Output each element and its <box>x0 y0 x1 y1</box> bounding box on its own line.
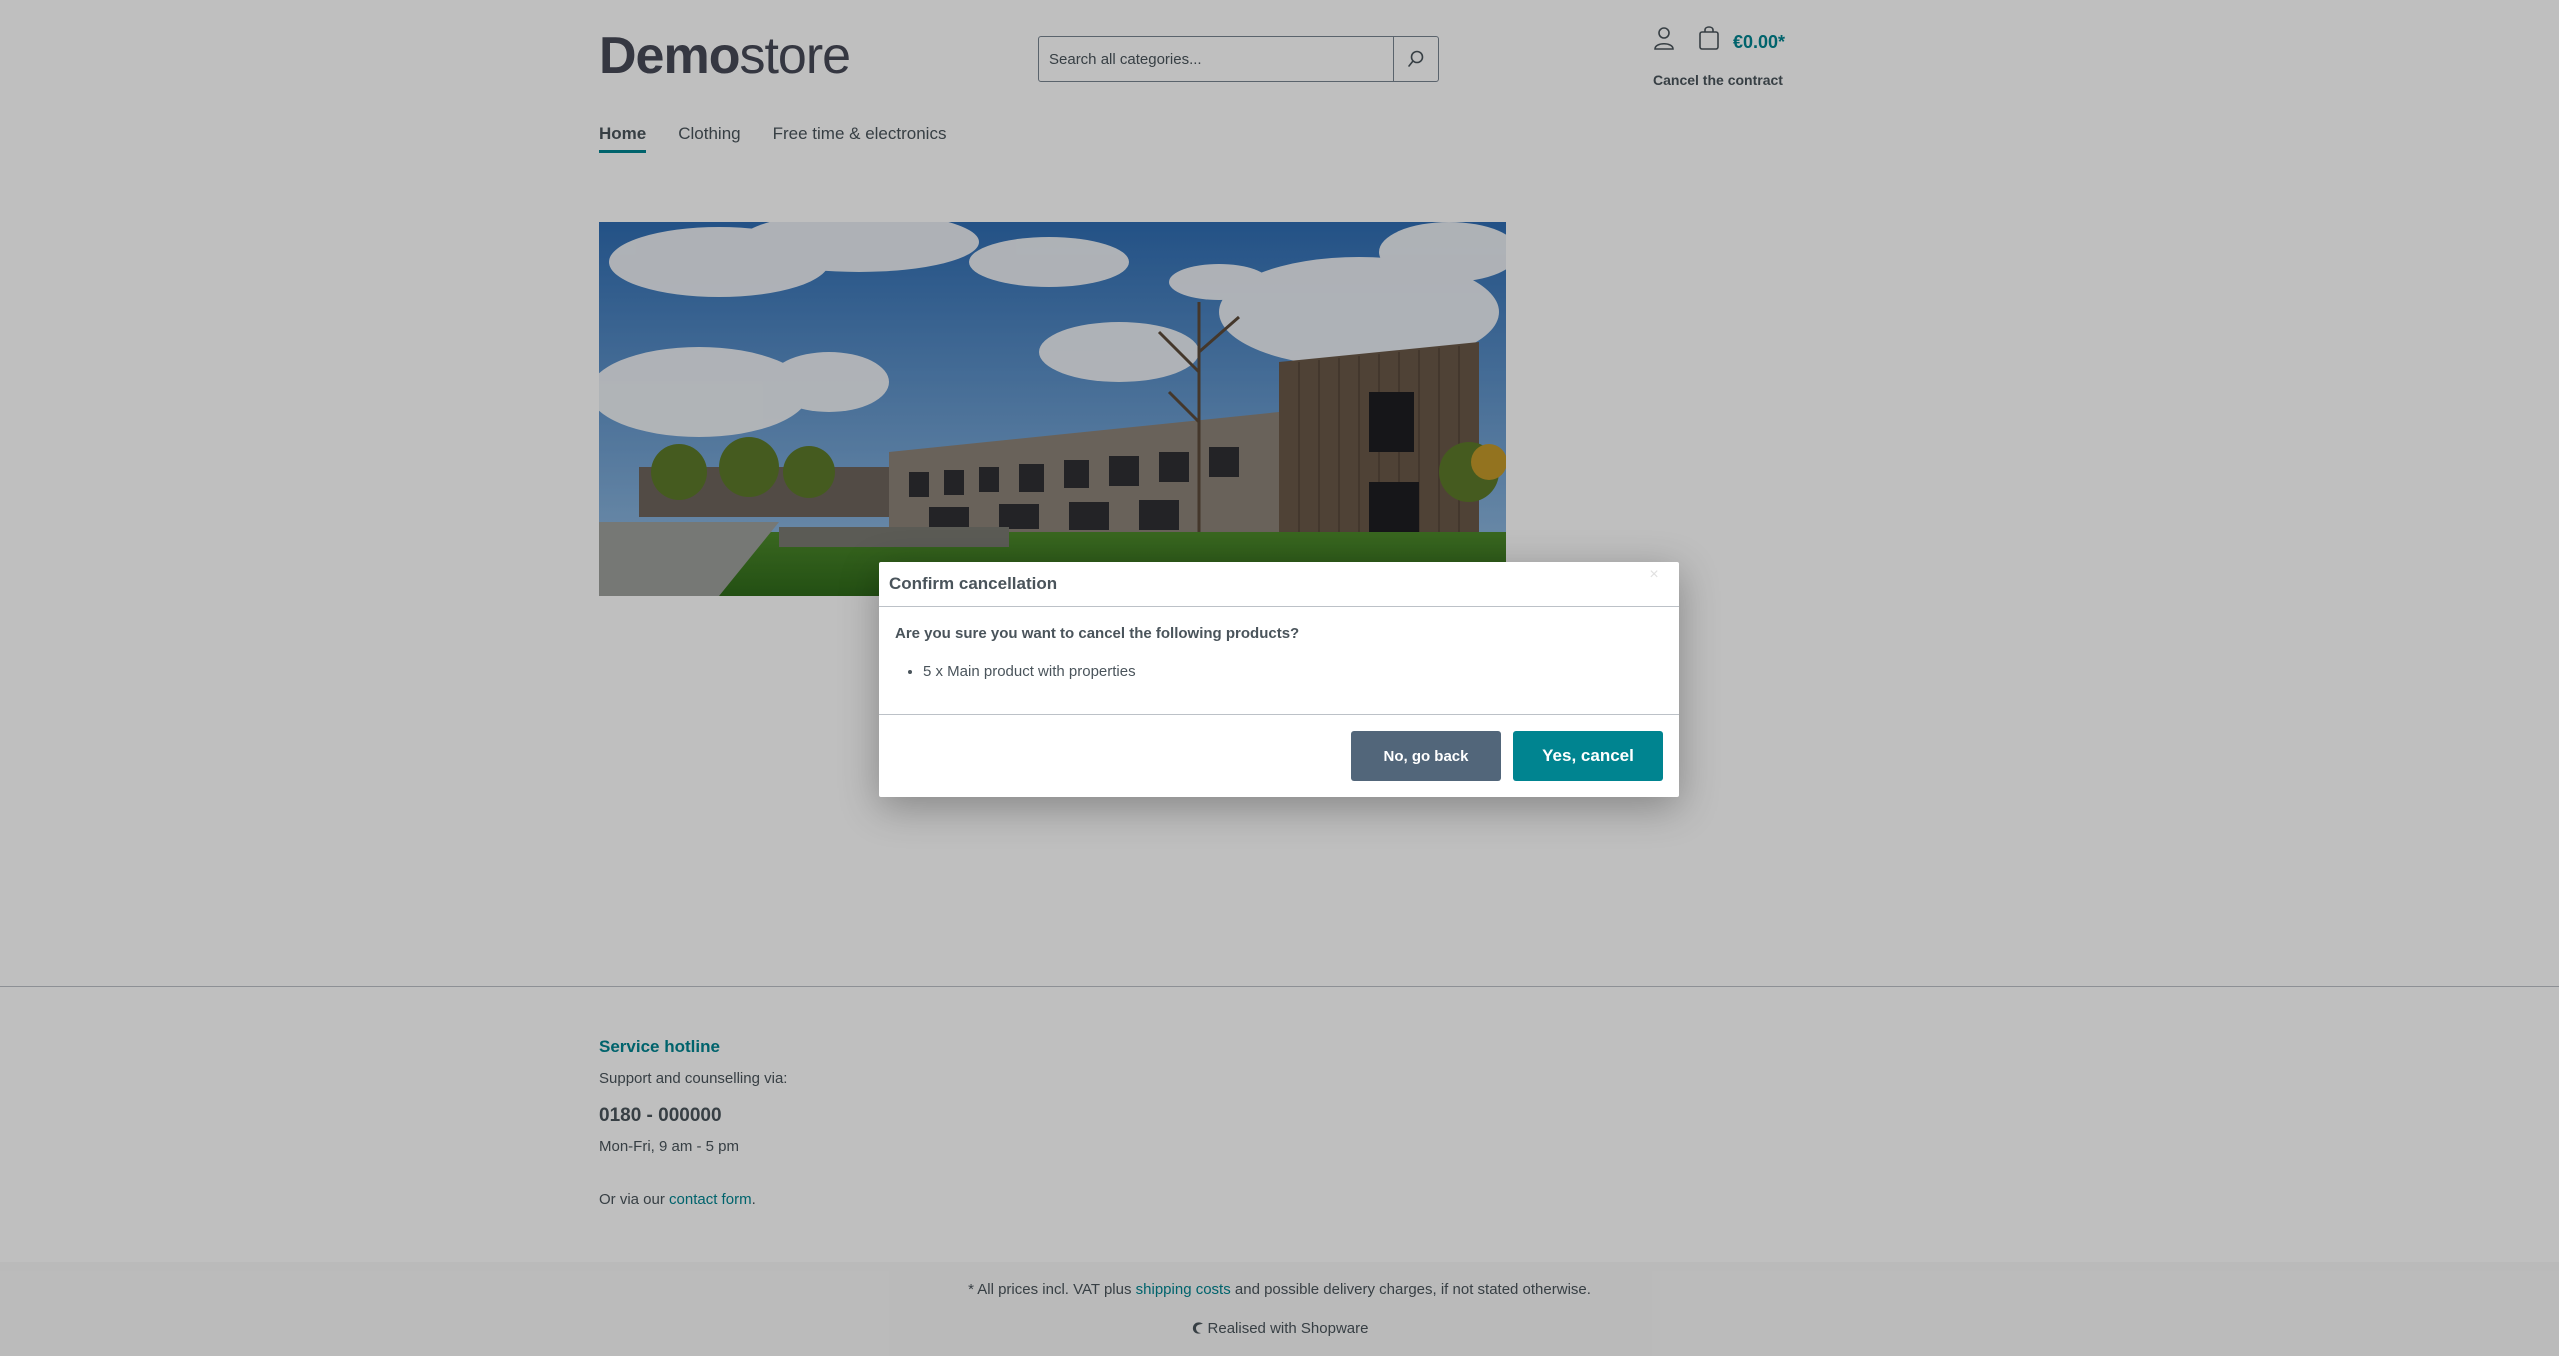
modal-question: Are you sure you want to cancel the foll… <box>895 625 1300 642</box>
modal-body: Are you sure you want to cancel the foll… <box>879 607 1679 715</box>
page: Demostore €0.00* Cancel the contract Hom… <box>0 0 2559 1356</box>
cancel-product-list: 5 x Main product with properties <box>923 663 1136 680</box>
go-back-button[interactable]: No, go back <box>1351 731 1501 781</box>
confirm-cancel-button[interactable]: Yes, cancel <box>1513 731 1663 781</box>
confirm-cancellation-modal: Confirm cancellation × Are you sure you … <box>879 562 1679 797</box>
modal-footer: No, go back Yes, cancel <box>879 715 1679 796</box>
list-item: 5 x Main product with properties <box>923 663 1136 680</box>
modal-title: Confirm cancellation <box>889 574 1058 593</box>
modal-header: Confirm cancellation × <box>879 562 1679 607</box>
close-icon[interactable]: × <box>1641 567 1667 583</box>
